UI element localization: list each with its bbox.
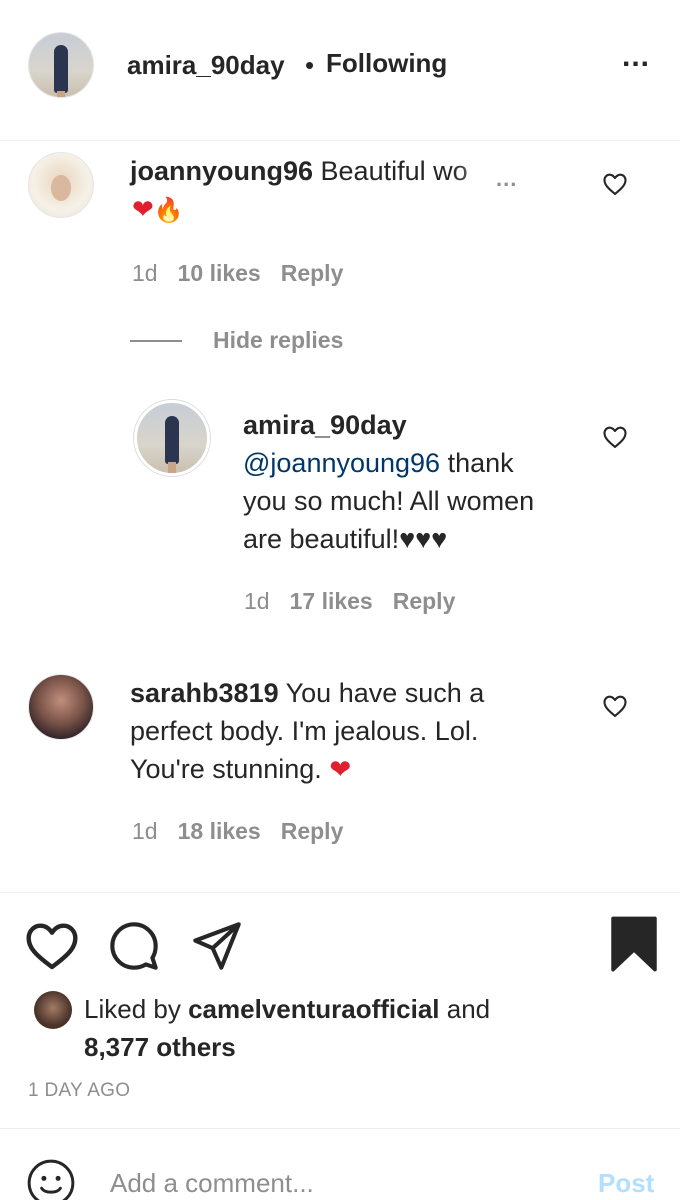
hide-replies-line	[130, 340, 182, 342]
post-author-username[interactable]: amira_90day	[127, 50, 285, 81]
add-comment-bar	[0, 1128, 680, 1200]
reply-author-avatar[interactable]	[134, 400, 210, 476]
comment-like-heart-icon[interactable]	[601, 170, 629, 198]
comment-username[interactable]: joannyoung96	[130, 156, 313, 186]
reply-likes[interactable]: 17 likes	[290, 588, 373, 614]
comment-meta: 1d 10 likes Reply	[132, 260, 363, 287]
reply-button[interactable]: Reply	[393, 588, 456, 614]
reply-like-heart-icon[interactable]	[601, 423, 629, 451]
comment-time[interactable]: 1d	[132, 260, 158, 286]
liked-by-and: and	[446, 994, 491, 1024]
commenter-avatar[interactable]	[28, 152, 94, 218]
reply-meta: 1d 17 likes Reply	[244, 588, 475, 615]
add-comment-input[interactable]: Add a comment...	[110, 1168, 314, 1199]
reply-username[interactable]: amira_90day	[243, 410, 407, 440]
comment-text-line1: You have such a	[285, 678, 485, 708]
liked-by-text: Liked by camelventuraofficial and 8,377 …	[84, 990, 644, 1066]
comment-body: joannyoung96 Beautiful wo	[130, 152, 468, 190]
comment-like-heart-icon[interactable]	[601, 692, 629, 720]
header-separator: •	[305, 50, 315, 80]
post-comment-button[interactable]: Post	[598, 1168, 654, 1199]
reply-mention-link[interactable]: @joannyoung96	[243, 448, 440, 478]
smiley-icon[interactable]	[26, 1158, 76, 1200]
comment-time[interactable]: 1d	[132, 818, 158, 844]
comment-emoji-line: ❤🔥	[132, 190, 184, 230]
comment-more-button[interactable]: ...	[496, 166, 517, 192]
comments-divider	[0, 892, 680, 893]
following-button[interactable]: Following	[326, 48, 447, 79]
comment-text-line2: perfect body. I'm jealous. Lol.	[130, 716, 479, 746]
bookmark-icon[interactable]	[610, 916, 658, 972]
action-bar	[0, 900, 680, 980]
liked-by-others[interactable]: 8,377 others	[84, 1032, 236, 1062]
commenter-avatar[interactable]	[28, 674, 94, 740]
heart-emoji: ❤	[329, 754, 352, 784]
comment-text: Beautiful wo	[320, 156, 468, 186]
reply-text-line1: thank	[447, 448, 514, 478]
liker-avatar[interactable]	[34, 991, 72, 1029]
reply-body: amira_90day @joannyoung96 thank you so m…	[243, 406, 593, 558]
comment-likes[interactable]: 18 likes	[178, 818, 261, 844]
post-time-ago[interactable]: 1 DAY AGO	[28, 1080, 130, 1102]
post-author-avatar[interactable]	[28, 32, 94, 98]
liked-by-prefix: Liked by	[84, 994, 181, 1024]
reply-text-line3: are beautiful!♥♥♥	[243, 524, 448, 554]
comment-icon[interactable]	[108, 920, 160, 972]
comment-meta: 1d 18 likes Reply	[132, 818, 363, 845]
comment-username[interactable]: sarahb3819	[130, 678, 279, 708]
post-header: amira_90day • Following ...	[0, 0, 680, 132]
reply-button[interactable]: Reply	[281, 818, 344, 844]
comment-text-line3: You're stunning.	[130, 754, 322, 784]
header-divider	[0, 140, 680, 141]
liked-by-user[interactable]: camelventuraofficial	[188, 994, 439, 1024]
fire-emoji: 🔥	[153, 197, 184, 224]
heart-icon[interactable]	[24, 920, 80, 972]
comment-likes[interactable]: 10 likes	[178, 260, 261, 286]
reply-text-line2: you so much! All women	[243, 486, 535, 516]
hide-replies-button[interactable]: Hide replies	[213, 327, 343, 354]
comment-body: sarahb3819 You have such a perfect body.…	[130, 674, 570, 788]
share-icon[interactable]	[190, 920, 244, 972]
heart-emoji: ❤	[132, 194, 154, 224]
reply-button[interactable]: Reply	[281, 260, 344, 286]
reply-time[interactable]: 1d	[244, 588, 270, 614]
more-options-icon[interactable]: ...	[622, 40, 650, 74]
